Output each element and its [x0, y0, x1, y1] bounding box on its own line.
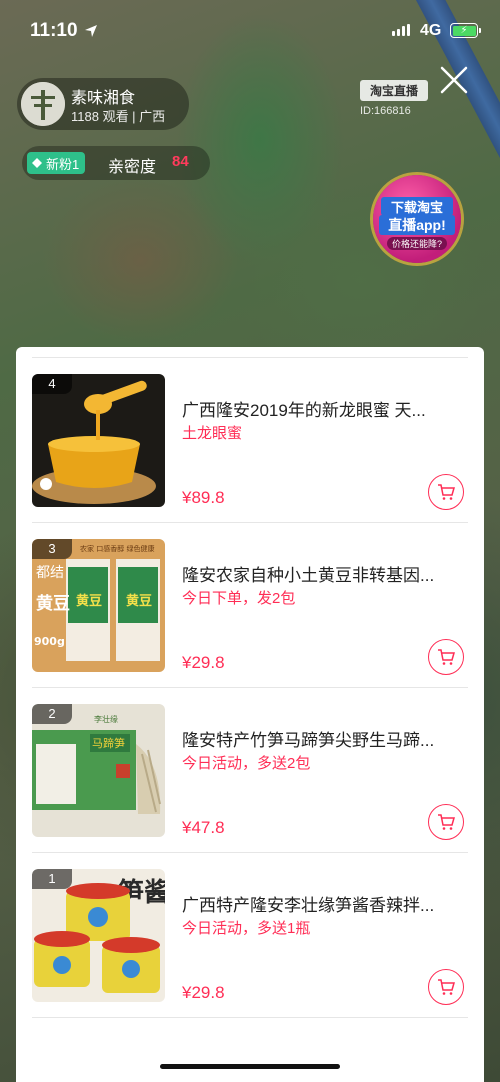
product-price: ¥47.8: [182, 818, 225, 837]
battery-icon: ⚡: [450, 23, 481, 38]
add-to-cart-button[interactable]: [428, 639, 464, 675]
cart-icon: [438, 649, 455, 665]
product-tag: 土龙眼蜜: [182, 425, 243, 442]
product-price: ¥89.8: [182, 488, 225, 507]
bamboo-pack-text: 马蹄笋: [92, 736, 125, 750]
product-item[interactable]: 4 广西隆安2019年的新龙眼蜜 天... 土龙眼蜜 ¥89.8: [32, 358, 468, 523]
product-rank: 4: [32, 374, 72, 394]
product-image-soybean[interactable]: 农家 口感香醇 绿色健康 都结 黄豆 900g 黄豆 黄豆 3: [32, 539, 165, 672]
product-title[interactable]: 隆安农家自种小土黄豆非转基因...: [182, 561, 462, 586]
product-tag: 今日下单，发2包: [182, 590, 296, 607]
cart-icon: [438, 814, 455, 830]
fan-badge: 新粉1: [27, 152, 86, 174]
network-type: 4G: [420, 22, 442, 39]
download-app-promo[interactable]: 下载淘宝 直播app! 价格还能降?: [373, 175, 461, 263]
product-rank: 2: [32, 704, 72, 724]
product-rank: 3: [32, 539, 72, 559]
home-indicator[interactable]: [160, 1064, 340, 1069]
taobao-live-logo: 淘宝直播: [360, 80, 428, 101]
intimacy-label: 亲密度: [108, 159, 157, 176]
soy-top-text: 农家 口感香醇 绿色健康: [80, 544, 154, 553]
diamond-icon: [32, 158, 42, 168]
intimacy-value: 84: [172, 153, 189, 170]
status-bar: 11:10 4G ⚡: [0, 0, 500, 60]
product-price: ¥29.8: [182, 983, 225, 1002]
product-title[interactable]: 隆安特产竹笋马蹄笋尖野生马蹄...: [182, 726, 462, 751]
product-image-bamboo-shoots[interactable]: 马蹄笋 李壮缘 2: [32, 704, 165, 837]
product-title[interactable]: 广西特产隆安李壮缘笋酱香辣拌...: [182, 891, 462, 916]
anchor-name: 素味湘食: [71, 90, 136, 107]
product-list-panel[interactable]: 4 广西隆安2019年的新龙眼蜜 天... 土龙眼蜜 ¥89.8 农家 口感香醇…: [16, 347, 484, 1082]
close-icon[interactable]: [436, 62, 472, 98]
product-title[interactable]: 广西隆安2019年的新龙眼蜜 天...: [182, 396, 462, 421]
fan-intimacy-row[interactable]: 新粉1 亲密度 84: [22, 146, 210, 180]
anchor-info[interactable]: 素味湘食 1188 观看 | 广西: [17, 78, 189, 130]
signal-icon: [392, 24, 410, 36]
product-item[interactable]: 农家 口感香醇 绿色健康 都结 黄豆 900g 黄豆 黄豆 3 隆安农家自种小土…: [32, 523, 468, 688]
soy-main-text: 黄豆: [36, 593, 70, 614]
product-rank: 1: [32, 869, 72, 889]
product-image-bamboo-sauce[interactable]: 笋酱 1: [32, 869, 165, 1002]
bamboo-side-text: 李壮缘: [94, 714, 118, 724]
status-time: 11:10: [30, 20, 98, 42]
add-to-cart-button[interactable]: [428, 804, 464, 840]
product-tag: 今日活动，多送2包: [182, 755, 311, 772]
taobao-live-brand: 淘宝直播 ID:166816: [360, 80, 428, 117]
add-to-cart-button[interactable]: [428, 969, 464, 1005]
add-to-cart-button[interactable]: [428, 474, 464, 510]
product-price: ¥29.8: [182, 653, 225, 672]
soy-pack-text: 黄豆: [126, 593, 152, 609]
cart-icon: [438, 484, 455, 500]
cart-icon: [438, 979, 455, 995]
anchor-avatar[interactable]: [21, 82, 65, 126]
room-id: ID:166816: [360, 105, 411, 117]
product-tag: 今日活动，多送1瓶: [182, 920, 311, 937]
product-image-honey[interactable]: 4: [32, 374, 165, 507]
product-item[interactable]: 马蹄笋 李壮缘 2 隆安特产竹笋马蹄笋尖野生马蹄... 今日活动，多送2包 ¥4…: [32, 688, 468, 853]
soy-weight-text: 900g: [34, 635, 65, 648]
soy-side-text: 都结: [36, 565, 64, 581]
product-item[interactable]: 笋酱 1 广西特产隆安李壮缘笋酱香辣拌... 今日活动，多送1瓶 ¥29.8: [32, 853, 468, 1018]
anchor-viewers: 1188 观看 | 广西: [71, 109, 166, 124]
soy-pack-text: 黄豆: [76, 593, 102, 609]
location-arrow-icon: [84, 25, 97, 37]
